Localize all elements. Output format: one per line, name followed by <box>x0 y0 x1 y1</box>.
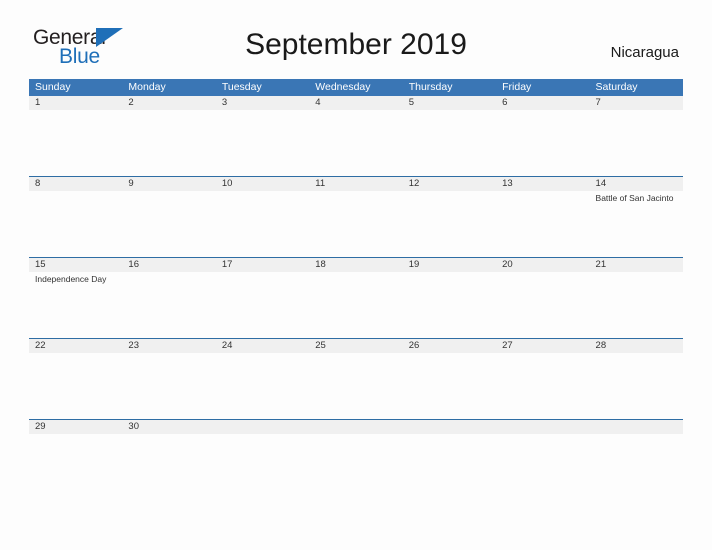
calendar-page: General Blue September 2019 Nicaragua Su… <box>0 0 712 550</box>
week-event-band <box>29 110 683 176</box>
country-label: Nicaragua <box>610 44 679 61</box>
day-number[interactable]: 15 <box>29 258 122 272</box>
week-date-band: 29 30 <box>29 420 683 434</box>
day-cell[interactable] <box>590 110 683 176</box>
calendar-week-row: 1 2 3 4 5 6 7 <box>29 96 683 176</box>
day-cell[interactable] <box>590 353 683 419</box>
day-cell[interactable] <box>122 353 215 419</box>
weekday-header-wednesday: Wednesday <box>315 81 371 93</box>
day-number[interactable]: 13 <box>496 177 589 191</box>
day-number[interactable]: 25 <box>309 339 402 353</box>
weekday-header-sunday: Sunday <box>35 81 71 93</box>
day-cell[interactable] <box>216 110 309 176</box>
week-date-band: 15 16 17 18 19 20 21 <box>29 258 683 272</box>
day-number[interactable]: 19 <box>403 258 496 272</box>
day-cell[interactable] <box>122 110 215 176</box>
day-number[interactable]: 3 <box>216 96 309 110</box>
weekday-header-thursday: Thursday <box>408 81 453 93</box>
day-cell[interactable] <box>309 353 402 419</box>
calendar-week-row: 8 9 10 11 12 13 14 Battle of San Jacinto <box>29 176 683 257</box>
weekday-header-saturday: Saturday <box>595 81 638 93</box>
week-event-band: Battle of San Jacinto <box>29 191 683 257</box>
day-number[interactable]: 9 <box>122 177 215 191</box>
day-cell[interactable] <box>496 110 589 176</box>
day-cell[interactable] <box>496 353 589 419</box>
calendar-week-row: 15 16 17 18 19 20 21 Independence Day <box>29 257 683 338</box>
day-number[interactable]: 2 <box>122 96 215 110</box>
week-date-band: 22 23 24 25 26 27 28 <box>29 339 683 353</box>
day-number[interactable]: 1 <box>29 96 122 110</box>
day-cell[interactable] <box>309 191 402 257</box>
week-event-band: Independence Day <box>29 272 683 338</box>
day-number[interactable]: 18 <box>309 258 402 272</box>
day-number <box>309 420 402 434</box>
day-cell[interactable] <box>496 272 589 338</box>
day-number[interactable]: 16 <box>122 258 215 272</box>
day-number[interactable]: 20 <box>496 258 589 272</box>
day-cell[interactable]: Independence Day <box>29 272 122 338</box>
day-cell[interactable] <box>216 191 309 257</box>
week-date-band: 1 2 3 4 5 6 7 <box>29 96 683 110</box>
weekday-header-row: Sunday Monday Tuesday Wednesday Thursday… <box>29 79 683 96</box>
day-number[interactable]: 23 <box>122 339 215 353</box>
page-title: September 2019 <box>245 28 467 61</box>
day-cell[interactable] <box>216 272 309 338</box>
day-cell[interactable] <box>403 272 496 338</box>
day-cell[interactable] <box>122 272 215 338</box>
day-number <box>496 420 589 434</box>
day-number[interactable]: 28 <box>590 339 683 353</box>
day-number[interactable]: 7 <box>590 96 683 110</box>
day-number[interactable]: 26 <box>403 339 496 353</box>
day-number <box>403 420 496 434</box>
day-event-text: Battle of San Jacinto <box>595 193 674 203</box>
day-number[interactable]: 22 <box>29 339 122 353</box>
day-cell[interactable]: Battle of San Jacinto <box>590 191 683 257</box>
day-cell[interactable] <box>216 353 309 419</box>
day-number[interactable]: 24 <box>216 339 309 353</box>
day-number[interactable]: 4 <box>309 96 402 110</box>
weekday-header-tuesday: Tuesday <box>221 81 262 93</box>
day-event-text: Independence Day <box>35 274 107 284</box>
day-number[interactable]: 10 <box>216 177 309 191</box>
day-number[interactable]: 17 <box>216 258 309 272</box>
day-number[interactable]: 6 <box>496 96 589 110</box>
day-number[interactable]: 29 <box>29 420 122 434</box>
day-number[interactable]: 21 <box>590 258 683 272</box>
day-number[interactable]: 12 <box>403 177 496 191</box>
day-cell[interactable] <box>122 191 215 257</box>
day-cell[interactable] <box>29 353 122 419</box>
day-cell[interactable] <box>403 353 496 419</box>
week-event-band <box>29 353 683 419</box>
day-cell[interactable] <box>29 191 122 257</box>
day-cell[interactable] <box>496 191 589 257</box>
day-number[interactable]: 30 <box>122 420 215 434</box>
calendar-week-row: 29 30 <box>29 419 683 434</box>
calendar-week-row: 22 23 24 25 26 27 28 <box>29 338 683 419</box>
day-number <box>590 420 683 434</box>
day-cell[interactable] <box>29 110 122 176</box>
calendar-grid: Sunday Monday Tuesday Wednesday Thursday… <box>29 79 683 434</box>
day-number[interactable]: 5 <box>403 96 496 110</box>
day-number[interactable]: 14 <box>590 177 683 191</box>
day-cell[interactable] <box>309 272 402 338</box>
week-date-band: 8 9 10 11 12 13 14 <box>29 177 683 191</box>
day-number[interactable]: 27 <box>496 339 589 353</box>
page-header: General Blue September 2019 Nicaragua <box>0 0 712 67</box>
day-cell[interactable] <box>403 110 496 176</box>
weekday-header-monday: Monday <box>128 81 166 93</box>
weekday-header-friday: Friday <box>502 81 532 93</box>
day-cell[interactable] <box>309 110 402 176</box>
day-number[interactable]: 8 <box>29 177 122 191</box>
day-number[interactable]: 11 <box>309 177 402 191</box>
day-cell[interactable] <box>590 272 683 338</box>
day-cell[interactable] <box>403 191 496 257</box>
day-number <box>216 420 309 434</box>
